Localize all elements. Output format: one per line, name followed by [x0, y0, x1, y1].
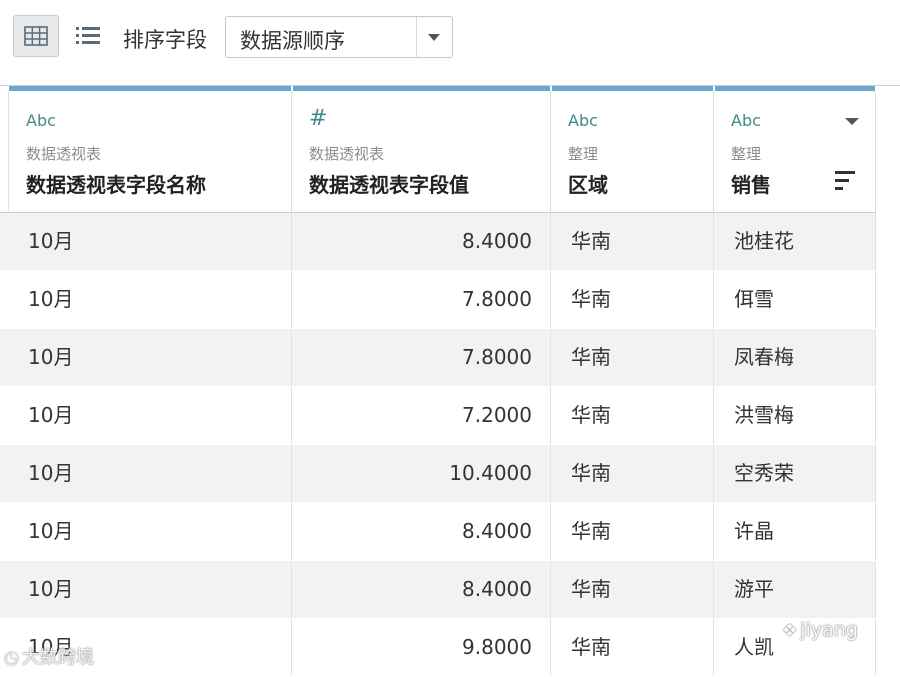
table-cell[interactable]: 10月	[9, 329, 292, 386]
table-cell[interactable]: 华南	[551, 329, 714, 386]
table-cell[interactable]: 8.4000	[292, 561, 551, 618]
list-view-button[interactable]	[65, 15, 111, 57]
table-cell[interactable]: 空秀荣	[714, 445, 876, 502]
watermark-left: ◔ 大数跨境	[4, 647, 94, 668]
table-header: Abc 数据透视表 数据透视表字段名称 # 数据透视表 数据透视表字段值 Abc…	[0, 91, 876, 213]
table-row: 10月 8.4000 华南 许晶	[0, 503, 876, 561]
grid-view-icon	[24, 26, 48, 46]
weibo-icon: ◔	[4, 648, 19, 668]
table-cell[interactable]: 10月	[9, 561, 292, 618]
table-cell[interactable]: 华南	[551, 619, 714, 676]
table-cell[interactable]: 9.8000	[292, 619, 551, 676]
table-cell[interactable]: 7.2000	[292, 387, 551, 444]
column-header[interactable]: Abc 整理 销售	[714, 91, 876, 212]
table-cell[interactable]: 10月	[9, 503, 292, 560]
table-cell[interactable]: 华南	[551, 213, 714, 270]
table-cell[interactable]: 许晶	[714, 503, 876, 560]
table-cell[interactable]: 华南	[551, 271, 714, 328]
column-source: 整理	[731, 145, 762, 163]
number-type-icon: #	[309, 106, 328, 131]
toolbar: 排序字段 数据源顺序	[0, 0, 900, 80]
table-row: 10月 7.8000 华南 凤春梅	[0, 329, 876, 387]
table-cell[interactable]: 华南	[551, 387, 714, 444]
grid-view-button[interactable]	[13, 15, 59, 57]
table-cell[interactable]: 8.4000	[292, 503, 551, 560]
string-type-icon: Abc	[568, 111, 598, 130]
sort-field-select[interactable]: 数据源顺序	[225, 16, 453, 58]
table-cell[interactable]: 10.4000	[292, 445, 551, 502]
column-source: 整理	[568, 145, 599, 163]
table-cell[interactable]: 佴雪	[714, 271, 876, 328]
string-type-icon: Abc	[26, 111, 56, 130]
table-row: 10月 7.8000 华南 佴雪	[0, 271, 876, 329]
column-menu-chevron-icon[interactable]	[845, 118, 859, 125]
chevron-down-icon	[428, 34, 440, 41]
table-row: 10月 8.4000 华南 游平	[0, 561, 876, 619]
select-divider	[416, 17, 417, 57]
table-cell[interactable]: 10月	[9, 387, 292, 444]
table-cell[interactable]: 华南	[551, 561, 714, 618]
sort-field-value: 数据源顺序	[240, 29, 345, 53]
table-cell[interactable]: 10月	[9, 271, 292, 328]
column-header[interactable]: Abc 数据透视表 数据透视表字段名称	[9, 91, 292, 212]
table-cell[interactable]: 8.4000	[292, 213, 551, 270]
table-cell[interactable]: 10月	[9, 213, 292, 270]
table-row: 10月 9.8000 华南 人凯	[0, 619, 876, 677]
column-source: 数据透视表	[309, 145, 385, 163]
table-cell[interactable]: 10月	[9, 445, 292, 502]
table-cell[interactable]: 洪雪梅	[714, 387, 876, 444]
wechat-icon: ❖	[782, 621, 798, 641]
table-cell[interactable]: 凤春梅	[714, 329, 876, 386]
string-type-icon: Abc	[731, 111, 761, 130]
list-view-icon	[76, 27, 100, 44]
table-cell[interactable]: 7.8000	[292, 271, 551, 328]
column-source: 数据透视表	[26, 145, 102, 163]
column-header[interactable]: # 数据透视表 数据透视表字段值	[292, 91, 551, 212]
column-name: 销售	[731, 173, 771, 197]
table-row: 10月 8.4000 华南 池桂花	[0, 213, 876, 271]
table-cell[interactable]: 华南	[551, 445, 714, 502]
table-row: 10月 7.2000 华南 洪雪梅	[0, 387, 876, 445]
column-name: 数据透视表字段值	[309, 173, 469, 197]
sort-field-label: 排序字段	[123, 28, 207, 52]
data-grid: Abc 数据透视表 数据透视表字段名称 # 数据透视表 数据透视表字段值 Abc…	[0, 85, 900, 677]
sort-icon[interactable]	[835, 171, 855, 191]
table-row: 10月 10.4000 华南 空秀荣	[0, 445, 876, 503]
column-name: 数据透视表字段名称	[26, 173, 206, 197]
table-body: 10月 8.4000 华南 池桂花 10月 7.8000 华南 佴雪 10月 7…	[0, 213, 876, 677]
watermark-right: ❖ jiyang	[782, 619, 858, 641]
column-name: 区域	[568, 173, 608, 197]
table-cell[interactable]: 池桂花	[714, 213, 876, 270]
table-cell[interactable]: 游平	[714, 561, 876, 618]
column-header[interactable]: Abc 整理 区域	[551, 91, 714, 212]
table-cell[interactable]: 7.8000	[292, 329, 551, 386]
table-cell[interactable]: 华南	[551, 503, 714, 560]
